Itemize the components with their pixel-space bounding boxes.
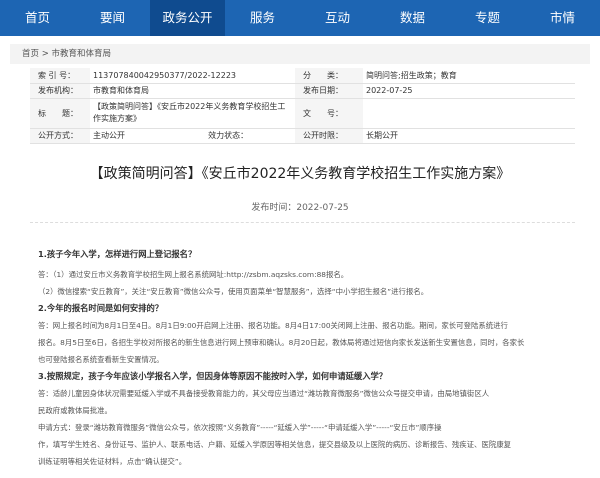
nav-item-government-affairs[interactable]: 政务公开 (150, 0, 225, 36)
publisher-label: 发布机构： (30, 83, 90, 99)
publish-date: 发布时间：2022-07-25 (251, 203, 349, 213)
index-label: 索 引 号： (30, 68, 90, 84)
nav-item-interaction[interactable]: 互动 (300, 0, 375, 36)
nav-item-services[interactable]: 服务 (225, 0, 300, 36)
divider (30, 222, 575, 223)
date-value: 2022-07-25 (363, 83, 575, 99)
docno-label: 文 号： (295, 98, 363, 129)
effect-label: 效力状态： (208, 131, 249, 140)
page-title: 【政策简明问答】《安丘市2022年义务教育学校招生工作实施方案》 (89, 166, 511, 182)
breadcrumb-home-link[interactable]: 首页 (22, 49, 39, 59)
method-value-text: 主动公开 (93, 131, 125, 140)
nav-item-data[interactable]: 数据 (375, 0, 450, 36)
answer-3-line-2: 民政府或教体局批准。 (38, 406, 112, 415)
nav-item-city-info[interactable]: 市情 (525, 0, 600, 36)
nav-item-news[interactable]: 要闻 (75, 0, 150, 36)
document-info-table: 索 引 号： 11370784004295037​7/2022-12223 分 … (30, 68, 575, 144)
answer-1-line-2: （2）微信搜索“安丘教育”，关注“安丘教育”微信公众号，使用页面菜单“智慧服务”… (38, 287, 429, 296)
question-1: 1.孩子今年入学，怎样进行网上登记报名？ (38, 249, 197, 259)
top-nav: 首页 要闻 政务公开 服务 互动 数据 专题 市情 (0, 0, 600, 36)
method-value: 主动公开 效力状态： (90, 128, 295, 144)
answer-3-line-1: 答：适龄儿童因身体状况需要延缓入学或不具备接受教育能力的，其父母应当通过“潍坊教… (38, 389, 490, 398)
question-3: 3.按照规定，孩子今年应该小学报名入学，但因身体等原因不能按时入学，如何申请延缓… (38, 371, 388, 381)
answer-3-line-4: 作，填写学生姓名、身份证号、监护人、联系电话、户籍、延缓入学原因等相关信息，提交… (38, 440, 512, 449)
breadcrumb: 首页 > 市教育和体育局 (10, 44, 590, 64)
answer-2-line-1: 答：网上报名时间为8月1日至4日。8月1日9:00开启网上注册、报名功能。8月4… (38, 321, 508, 330)
answer-3-line-5: 训练证明等相关佐证材料，点击“确认提交”。 (38, 457, 187, 466)
period-value: 长期公开 (363, 128, 575, 144)
docno-value (363, 98, 575, 129)
breadcrumb-current-link[interactable]: 市教育和体育局 (52, 49, 112, 59)
answer-1-line-1: 答：（1）通过安丘市义务教育学校招生网上报名系统网址:http://zsbm.a… (38, 270, 349, 279)
answer-2-line-3: 也可登陆报名系统查看新生安置情况。 (38, 355, 164, 364)
question-2: 2.今年的报名时间是如何安排的？ (38, 303, 164, 313)
category-label: 分 类： (295, 68, 363, 84)
period-label: 公开时限： (295, 128, 363, 144)
index-value: 11370784004295037​7/2022-12223 (90, 68, 295, 84)
breadcrumb-separator: > (41, 49, 49, 59)
nav-item-home[interactable]: 首页 (0, 0, 75, 36)
publisher-value: 市教育和体育局 (90, 83, 295, 99)
method-label: 公开方式： (30, 128, 90, 144)
answer-2-line-2: 报名。8月5日至6日，各招生学校对所报名的新生信息进行网上预审和确认。8月20日… (38, 338, 525, 347)
nav-item-topics[interactable]: 专题 (450, 0, 525, 36)
date-label: 发布日期： (295, 83, 363, 99)
category-value: 简明问答;招生政策；教育 (363, 68, 575, 84)
title-value: 【政策简明问答】《安丘市2022年义务教育学校招生工作实施方案》 (90, 98, 295, 129)
article-body: 1.孩子今年入学，怎样进行网上登记报名？ 答：（1）通过安丘市义务教育学校招生网… (38, 246, 578, 470)
answer-3-line-3: 申请方式：登录“潍坊教育微服务”微信公众号，依次按照“义务教育”-----“延缓… (38, 423, 442, 432)
title-label: 标 题： (30, 98, 90, 129)
